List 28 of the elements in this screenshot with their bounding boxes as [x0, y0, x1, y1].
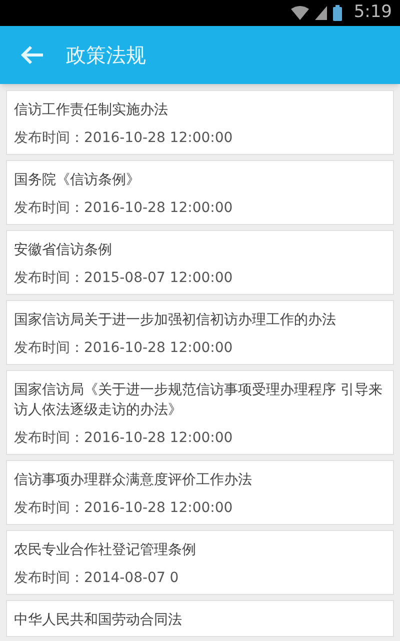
list-item[interactable]: 安徽省信访条例 发布时间：2015-08-07 12:00:00 — [6, 230, 394, 295]
list-item[interactable]: 中华人民共和国劳动合同法 — [6, 600, 394, 637]
battery-icon — [332, 5, 342, 21]
publish-date: 发布时间：2016-10-28 12:00:00 — [14, 129, 234, 148]
item-title: 中华人民共和国劳动合同法 — [14, 611, 183, 630]
item-title: 安徽省信访条例 — [14, 241, 113, 260]
page-title: 政策法规 — [66, 42, 146, 69]
list-item[interactable]: 农民专业合作社登记管理条例 发布时间：2014-08-07 0 — [6, 530, 394, 595]
list-item[interactable]: 国家信访局关于进一步加强初信初访办理工作的办法 发布时间：2016-10-28 12:00:00 — [6, 300, 394, 365]
item-title: 国务院《信访条例》 — [14, 171, 141, 190]
list-item[interactable]: 国家信访局《关于进一步规范信访事项受理办理程序 引导来访人依法逐级走访的办法》 发布时间：2016-10-28 12:00:00 — [6, 370, 394, 455]
list-item[interactable]: 国务院《信访条例》 发布时间：2016-10-28 12:00:00 — [6, 160, 394, 225]
publish-date: 发布时间：2014-08-07 0 — [14, 569, 180, 588]
publish-date: 发布时间：2016-10-28 12:00:00 — [14, 429, 234, 448]
publish-date: 发布时间：2016-10-28 12:00:00 — [14, 339, 234, 358]
list-item[interactable]: 信访事项办理群众满意度评价工作办法 发布时间：2016-10-28 12:00:00 — [6, 460, 394, 525]
publish-date: 发布时间：2016-10-28 12:00:00 — [14, 499, 234, 518]
status-time: 5:19 — [354, 1, 392, 24]
publish-date: 发布时间：2016-10-28 12:00:00 — [14, 199, 234, 218]
publish-date: 发布时间：2015-08-07 12:00:00 — [14, 269, 234, 288]
wifi-icon — [290, 6, 309, 20]
item-title: 国家信访局《关于进一步规范信访事项受理办理程序 引导来访人依法逐级走访的办法》 — [14, 381, 384, 420]
item-title: 信访事项办理群众满意度评价工作办法 — [14, 471, 253, 490]
list-item[interactable]: 信访工作责任制实施办法 发布时间：2016-10-28 12:00:00 — [6, 90, 394, 155]
signal-icon — [314, 6, 327, 20]
item-title: 国家信访局关于进一步加强初信初访办理工作的办法 — [14, 311, 337, 330]
item-title: 信访工作责任制实施办法 — [14, 101, 169, 120]
item-title: 农民专业合作社登记管理条例 — [14, 541, 197, 560]
